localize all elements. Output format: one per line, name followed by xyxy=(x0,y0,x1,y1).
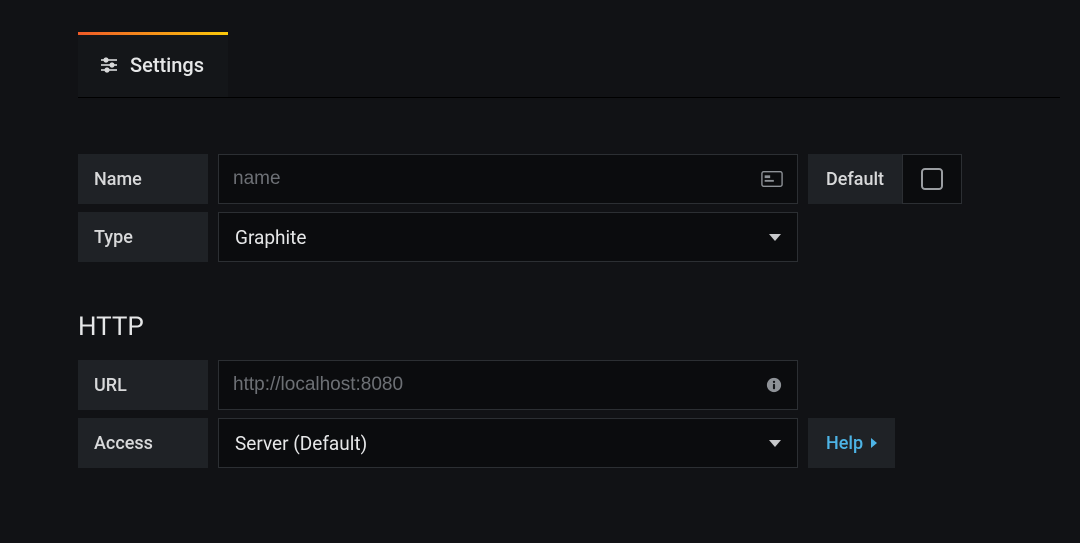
access-row: Access Server (Default) Help xyxy=(78,418,1060,468)
default-checkbox[interactable] xyxy=(921,168,943,190)
http-section-title: HTTP xyxy=(78,312,1060,342)
help-button-label: Help xyxy=(826,433,863,454)
info-icon[interactable] xyxy=(765,376,783,394)
chevron-down-icon xyxy=(769,440,781,447)
default-label: Default xyxy=(808,154,902,204)
tag-icon xyxy=(761,170,783,188)
help-button[interactable]: Help xyxy=(808,418,895,468)
access-label: Access xyxy=(78,418,208,468)
name-row: Name Default xyxy=(78,154,1060,204)
url-input-wrap[interactable] xyxy=(218,360,798,410)
chevron-right-icon xyxy=(871,438,877,448)
access-select-value: Server (Default) xyxy=(235,432,367,455)
type-select[interactable]: Graphite xyxy=(218,212,798,262)
type-label: Type xyxy=(78,212,208,262)
default-block: Default xyxy=(808,154,962,204)
name-input-wrap[interactable] xyxy=(218,154,798,204)
url-label: URL xyxy=(78,360,208,410)
name-input[interactable] xyxy=(233,168,761,190)
default-checkbox-wrap[interactable] xyxy=(902,154,962,204)
access-select[interactable]: Server (Default) xyxy=(218,418,798,468)
type-select-value: Graphite xyxy=(235,226,306,249)
chevron-down-icon xyxy=(769,234,781,241)
settings-content: Name Default Type xyxy=(78,98,1060,468)
tab-settings[interactable]: Settings xyxy=(78,32,228,97)
name-label: Name xyxy=(78,154,208,204)
tab-bar: Settings xyxy=(78,32,1060,98)
tab-settings-label: Settings xyxy=(130,53,204,77)
url-input[interactable] xyxy=(233,374,765,396)
type-row: Type Graphite xyxy=(78,212,1060,262)
url-row: URL xyxy=(78,360,1060,410)
sliders-icon xyxy=(100,56,118,74)
